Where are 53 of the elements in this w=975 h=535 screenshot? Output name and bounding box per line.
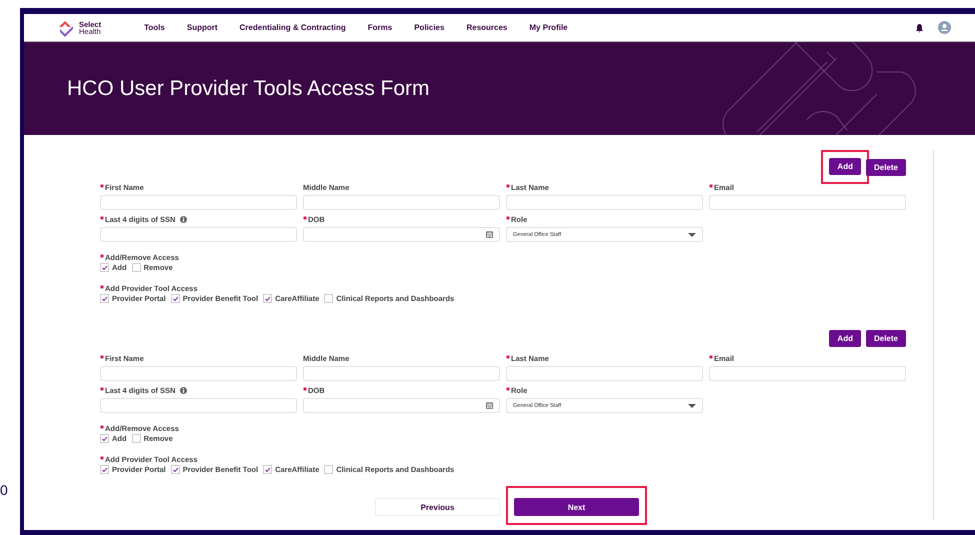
checkbox[interactable] xyxy=(170,294,180,303)
text-input-field[interactable] xyxy=(100,366,297,381)
text-input-field[interactable] xyxy=(506,195,703,210)
checkbox[interactable] xyxy=(100,434,109,443)
text-input-field[interactable] xyxy=(100,227,297,242)
text-input-field[interactable] xyxy=(506,366,703,381)
check-icon xyxy=(172,295,179,302)
checkbox[interactable] xyxy=(170,465,180,474)
checkbox[interactable] xyxy=(324,465,334,474)
date-input-field[interactable] xyxy=(303,227,500,242)
add-button[interactable]: Add xyxy=(829,330,861,347)
previous-button[interactable]: Previous xyxy=(375,498,500,516)
checkbox[interactable] xyxy=(132,263,141,272)
user-avatar-icon[interactable] xyxy=(938,21,951,34)
text-input-field[interactable] xyxy=(100,398,297,413)
delete-button[interactable]: Delete xyxy=(866,330,906,347)
text-input-field[interactable] xyxy=(709,195,906,210)
date-input-field[interactable] xyxy=(303,398,500,413)
check-icon xyxy=(101,264,108,271)
nav-link[interactable]: Support xyxy=(186,23,218,32)
check-icon xyxy=(101,466,108,473)
text-input-field[interactable] xyxy=(303,366,500,381)
nav-link[interactable]: Policies xyxy=(414,23,444,32)
nav-link[interactable]: Resources xyxy=(466,23,508,32)
next-button[interactable]: Next xyxy=(514,498,639,516)
checkbox[interactable] xyxy=(324,294,334,303)
nav-link[interactable]: My Profile xyxy=(529,23,568,32)
text-input-field[interactable] xyxy=(100,195,297,210)
check-icon xyxy=(101,295,108,302)
text-input-field[interactable] xyxy=(709,366,906,381)
page-title: HCO User Provider Tools Access Form xyxy=(67,76,430,100)
bell-icon[interactable] xyxy=(915,22,924,32)
stray-text: 0 xyxy=(0,482,8,498)
nav-link[interactable]: Tools xyxy=(144,23,165,32)
check-icon xyxy=(172,466,179,473)
caret-icon xyxy=(688,404,696,408)
checkbox[interactable] xyxy=(100,465,109,474)
checkbox[interactable] xyxy=(263,294,272,303)
nav-link[interactable]: Credentialing & Contracting xyxy=(240,23,346,32)
check-icon xyxy=(264,466,272,473)
check-icon xyxy=(101,435,108,442)
calendar-icon xyxy=(486,402,493,409)
add-button[interactable]: Add xyxy=(829,158,861,175)
text-input-field[interactable] xyxy=(303,195,500,210)
delete-button[interactable]: Delete xyxy=(866,159,906,176)
caret-icon xyxy=(688,232,696,236)
checkbox[interactable] xyxy=(100,294,109,303)
check-icon xyxy=(264,295,272,302)
nav-link[interactable]: Forms xyxy=(368,23,392,32)
checkbox[interactable] xyxy=(132,434,141,443)
checkbox[interactable] xyxy=(100,263,109,272)
calendar-icon xyxy=(486,231,493,238)
checkbox[interactable] xyxy=(263,465,272,474)
